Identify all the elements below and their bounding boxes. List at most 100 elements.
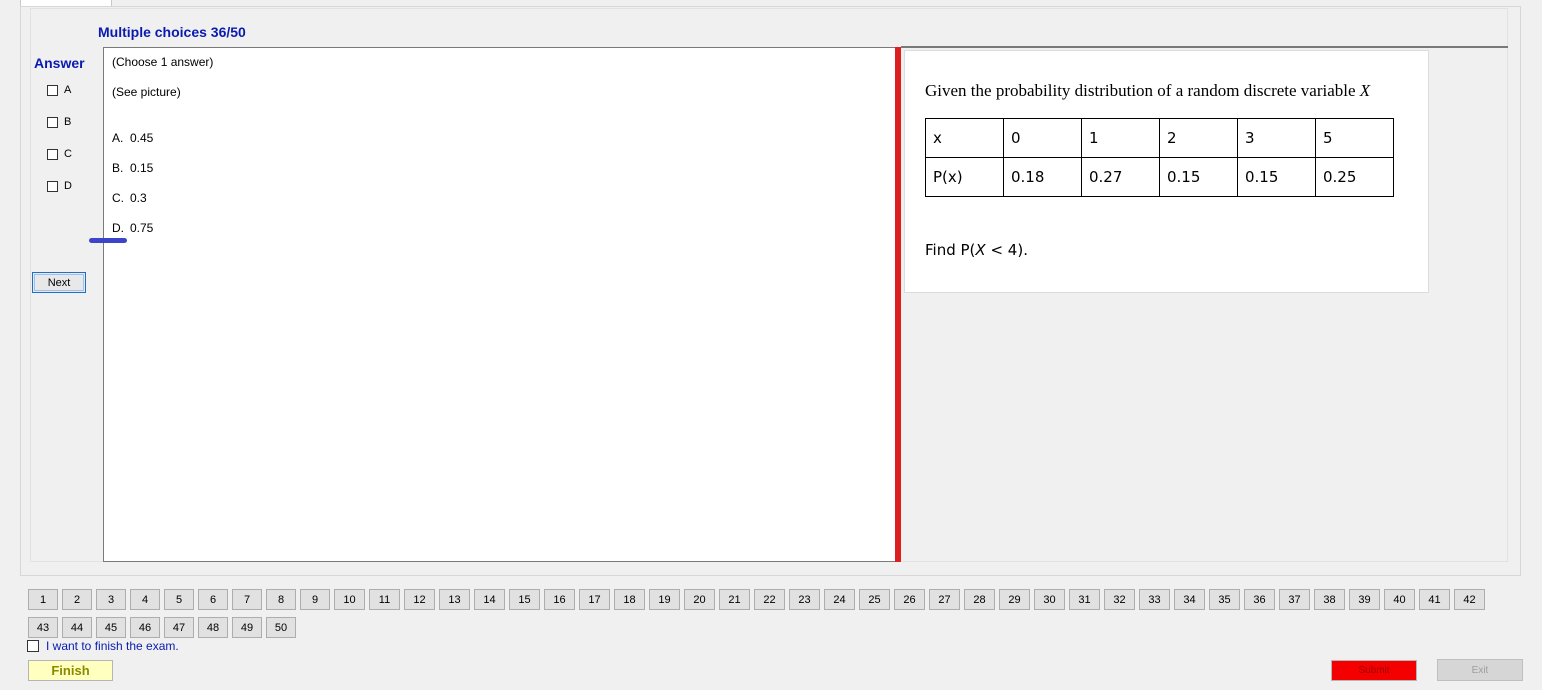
question-nav-button[interactable]: 40 <box>1384 589 1415 610</box>
question-nav-button[interactable]: 5 <box>164 589 194 610</box>
picture-question: Find P(X < 4). <box>925 241 1028 259</box>
question-nav-button[interactable]: 12 <box>404 589 435 610</box>
question-nav-button[interactable]: 3 <box>96 589 126 610</box>
question-nav-button[interactable]: 22 <box>754 589 785 610</box>
option-value: 0.45 <box>130 131 154 145</box>
answer-option-d[interactable]: D <box>47 178 72 194</box>
question-nav-button[interactable]: 21 <box>719 589 750 610</box>
answer-checkbox-c[interactable] <box>47 148 58 160</box>
table-cell: 5 <box>1315 118 1394 158</box>
answer-option-label: C <box>64 148 72 160</box>
table-cell: 0.18 <box>1003 157 1082 197</box>
question-nav-button[interactable]: 33 <box>1139 589 1170 610</box>
question-nav-button[interactable]: 20 <box>684 589 715 610</box>
question-nav-button[interactable]: 6 <box>198 589 228 610</box>
splitter-divider[interactable] <box>895 47 901 562</box>
question-nav-button[interactable]: 1 <box>28 589 58 610</box>
question-option-c: C. 0.3 <box>112 191 147 205</box>
question-nav-button[interactable]: 16 <box>544 589 575 610</box>
question-nav-button[interactable]: 37 <box>1279 589 1310 610</box>
question-nav-button[interactable]: 32 <box>1104 589 1135 610</box>
option-key: B. <box>112 161 124 175</box>
finish-exam-checkbox[interactable] <box>27 640 39 652</box>
answer-checkbox-d[interactable] <box>47 180 58 192</box>
question-nav-button[interactable]: 4 <box>130 589 160 610</box>
answer-label: Answer <box>34 55 85 71</box>
exit-button: Exit <box>1437 659 1523 681</box>
answer-checkbox-b[interactable] <box>47 116 58 128</box>
question-nav-button[interactable]: 31 <box>1069 589 1100 610</box>
table-cell: 0.25 <box>1315 157 1394 197</box>
question-nav-button[interactable]: 27 <box>929 589 960 610</box>
table-cell: 0.27 <box>1081 157 1160 197</box>
question-nav-button[interactable]: 43 <box>28 617 58 638</box>
question-option-a: A. 0.45 <box>112 131 153 145</box>
answer-option-c[interactable]: C <box>47 146 72 162</box>
question-nav-button[interactable]: 28 <box>964 589 995 610</box>
question-nav-button[interactable]: 50 <box>266 617 296 638</box>
question-nav-button[interactable]: 19 <box>649 589 680 610</box>
question-nav-button[interactable]: 10 <box>334 589 365 610</box>
answer-checkbox-a[interactable] <box>47 84 58 96</box>
finish-button[interactable]: Finish <box>28 660 113 681</box>
question-nav-button[interactable]: 18 <box>614 589 645 610</box>
table-cell: 0 <box>1003 118 1082 158</box>
question-nav-button[interactable]: 45 <box>96 617 126 638</box>
option-value: 0.15 <box>130 161 154 175</box>
question-nav-button[interactable]: 26 <box>894 589 925 610</box>
answer-option-a[interactable]: A <box>47 82 71 98</box>
option-key: C. <box>112 191 124 205</box>
question-nav-button[interactable]: 29 <box>999 589 1030 610</box>
answer-option-b[interactable]: B <box>47 114 71 130</box>
table-cell: 2 <box>1159 118 1238 158</box>
question-nav-button[interactable]: 24 <box>824 589 855 610</box>
option-value: 0.3 <box>130 191 147 205</box>
question-nav-button[interactable]: 8 <box>266 589 296 610</box>
option-value: 0.75 <box>130 221 154 235</box>
question-option-b: B. 0.15 <box>112 161 153 175</box>
question-nav-button[interactable]: 41 <box>1419 589 1450 610</box>
picture-intro: Given the probability distribution of a … <box>925 81 1360 100</box>
finish-exam-checkbox-row[interactable]: I want to finish the exam. <box>27 639 179 653</box>
submit-button[interactable]: Submit <box>1331 660 1417 681</box>
table-cell: 3 <box>1237 118 1316 158</box>
question-nav-button[interactable]: 11 <box>369 589 400 610</box>
picture-question-prefix: Find P( <box>925 241 976 259</box>
question-nav-button[interactable]: 15 <box>509 589 540 610</box>
question-nav-button[interactable]: 23 <box>789 589 820 610</box>
question-nav-button[interactable]: 30 <box>1034 589 1065 610</box>
question-nav-button[interactable]: 14 <box>474 589 505 610</box>
question-nav-button[interactable]: 25 <box>859 589 890 610</box>
question-nav-button[interactable]: 38 <box>1314 589 1345 610</box>
question-option-d: D. 0.75 <box>112 221 153 235</box>
answer-option-label: D <box>64 180 72 192</box>
question-hint: (See picture) <box>112 85 181 99</box>
picture-title: Given the probability distribution of a … <box>925 81 1370 101</box>
annotation-mark <box>89 238 127 243</box>
option-key: D. <box>112 221 124 235</box>
picture-question-variable: X <box>975 241 986 259</box>
question-nav-button[interactable]: 44 <box>62 617 92 638</box>
page-title: Multiple choices 36/50 <box>98 24 246 40</box>
question-nav-button[interactable]: 39 <box>1349 589 1380 610</box>
question-nav-button[interactable]: 47 <box>164 617 194 638</box>
question-nav-button[interactable]: 13 <box>439 589 470 610</box>
question-nav-button[interactable]: 46 <box>130 617 160 638</box>
question-nav-button[interactable]: 35 <box>1209 589 1240 610</box>
question-text-box: (Choose 1 answer) (See picture) A. 0.45 B… <box>103 47 895 562</box>
answer-option-label: A <box>64 84 72 96</box>
question-nav-button[interactable]: 36 <box>1244 589 1275 610</box>
question-nav-button[interactable]: 48 <box>198 617 228 638</box>
question-nav-button[interactable]: 9 <box>300 589 330 610</box>
question-nav-button[interactable]: 7 <box>232 589 262 610</box>
table-cell: 0.15 <box>1159 157 1238 197</box>
question-nav-button[interactable]: 34 <box>1174 589 1205 610</box>
table-cell: 1 <box>1081 118 1160 158</box>
next-button[interactable]: Next <box>32 272 86 293</box>
question-nav-button[interactable]: 49 <box>232 617 262 638</box>
finish-exam-label: I want to finish the exam. <box>46 639 179 653</box>
table-cell: P(x) <box>925 157 1004 197</box>
question-nav-button[interactable]: 2 <box>62 589 92 610</box>
question-nav-button[interactable]: 17 <box>579 589 610 610</box>
question-nav-button[interactable]: 42 <box>1454 589 1485 610</box>
